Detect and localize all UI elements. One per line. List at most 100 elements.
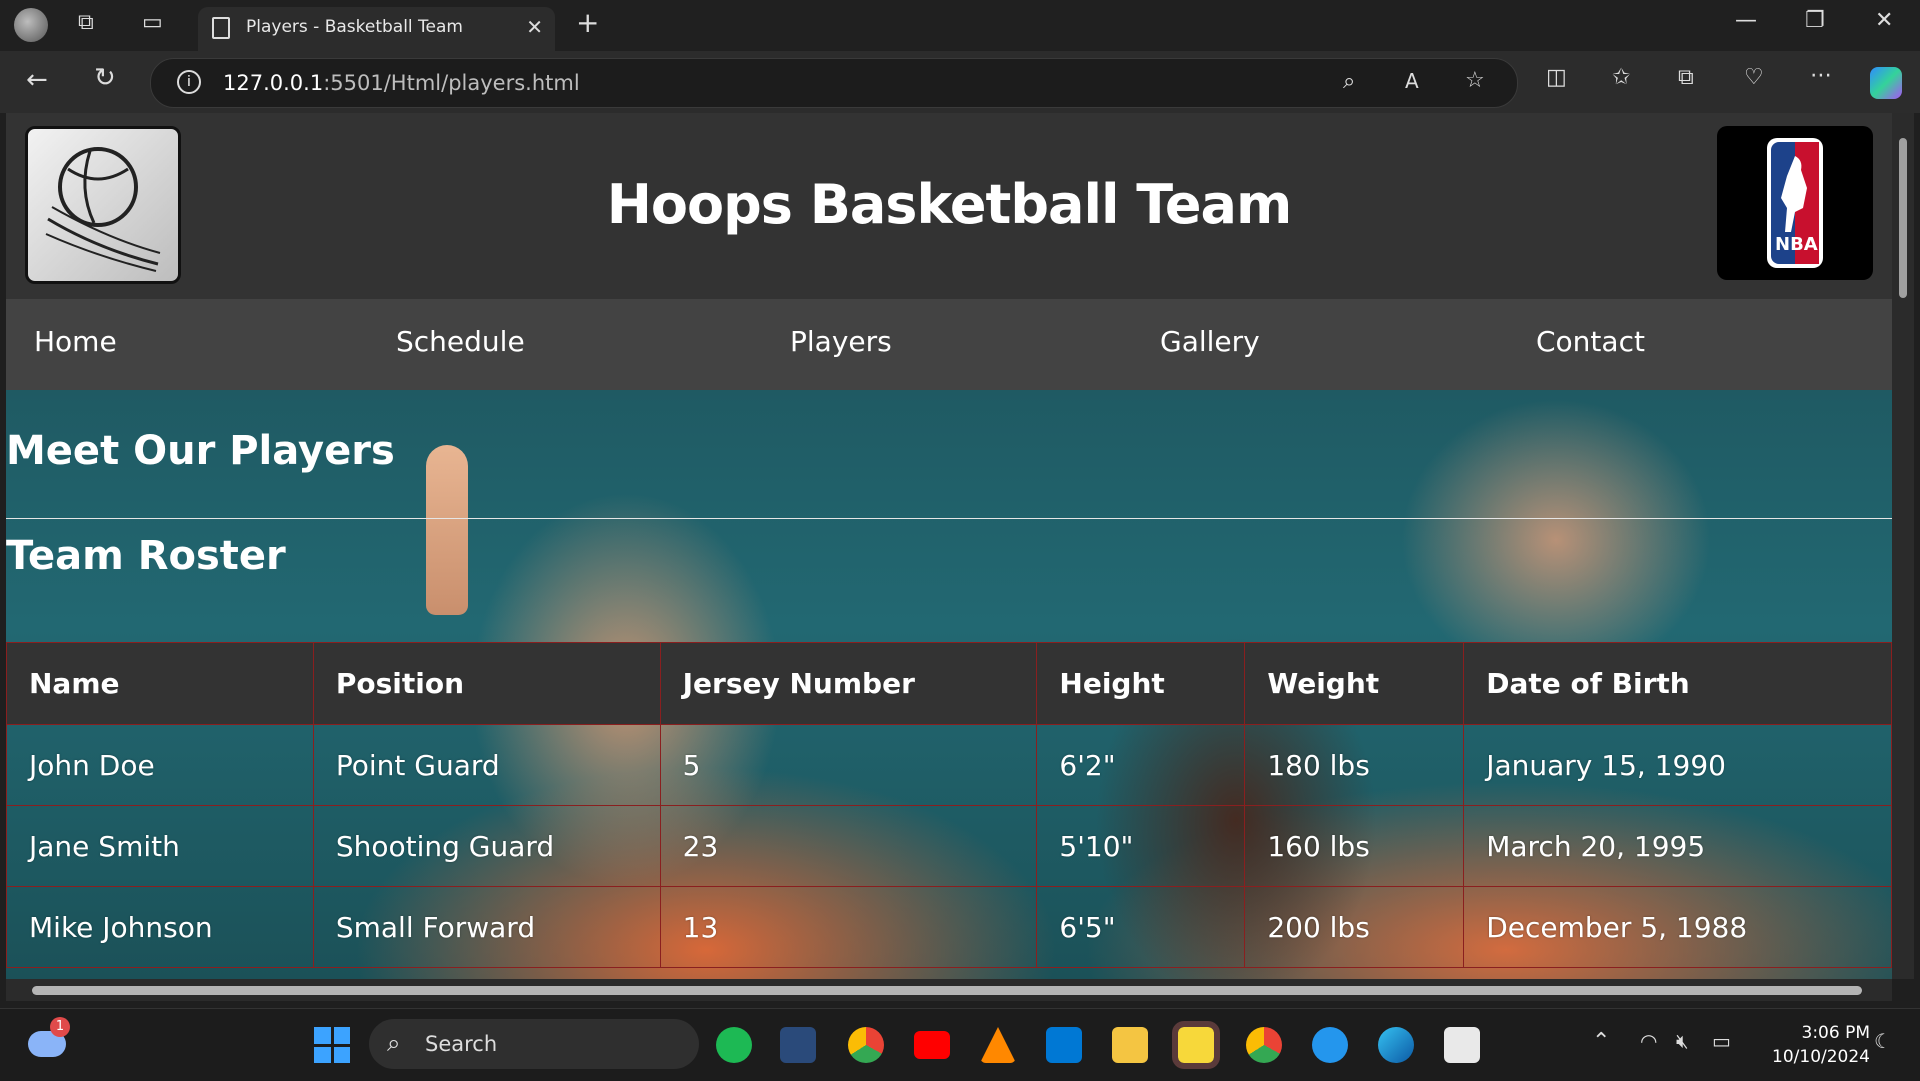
header-position: Position: [312, 642, 661, 725]
tab-title: Players - Basketball Team: [246, 17, 463, 37]
site-info-icon[interactable]: i: [177, 70, 201, 94]
table-row: Mike Johnson Small Forward 13 6'5" 200 l…: [6, 886, 1892, 968]
vlc-icon[interactable]: [980, 1027, 1016, 1063]
header-height: Height: [1036, 642, 1246, 725]
search-icon: ⌕: [387, 1029, 401, 1057]
collections-icon[interactable]: ⧉: [1678, 65, 1694, 90]
tab-players[interactable]: Players - Basketball Team ✕: [198, 7, 555, 51]
battery-icon[interactable]: ▭: [1712, 1029, 1731, 1053]
header-dob: Date of Birth: [1463, 642, 1892, 725]
search-label: Search: [425, 1032, 498, 1056]
cell-weight: 160 lbs: [1244, 805, 1465, 887]
nav-home[interactable]: Home: [34, 325, 117, 358]
youtube-icon[interactable]: [914, 1031, 950, 1059]
split-screen-icon[interactable]: ◫: [1546, 65, 1567, 90]
nav-players[interactable]: Players: [790, 325, 892, 358]
page-heading: Meet Our Players: [6, 428, 395, 474]
browser-toolbar: ← ↻ i 127.0.0.1:5501/Html/players.html ⌕…: [0, 51, 1920, 113]
clock-time: 3:06 PM: [1801, 1023, 1871, 1043]
cell-position: Small Forward: [312, 886, 661, 968]
clock-date: 10/10/2024: [1772, 1047, 1870, 1067]
table-row: John Doe Point Guard 5 6'2" 180 lbs Janu…: [6, 724, 1892, 806]
document-icon: [212, 17, 230, 39]
spotify-icon[interactable]: [716, 1027, 752, 1063]
hero-finger-shape: [426, 445, 468, 615]
workspaces-icon[interactable]: ⧉: [78, 10, 94, 35]
chrome-icon[interactable]: [848, 1027, 884, 1063]
nav-schedule[interactable]: Schedule: [396, 325, 525, 358]
tab-actions-icon[interactable]: ▭: [142, 10, 163, 35]
system-clock[interactable]: 3:06 PM 10/10/2024: [1740, 1021, 1870, 1069]
more-options-icon[interactable]: ⋯: [1810, 63, 1832, 88]
cell-dob: January 15, 1990: [1463, 724, 1892, 806]
close-window-icon[interactable]: ✕: [1875, 8, 1893, 33]
url-text[interactable]: 127.0.0.1:5501/Html/players.html: [223, 71, 580, 95]
table-row: Jane Smith Shooting Guard 23 5'10" 160 l…: [6, 805, 1892, 887]
header-weight: Weight: [1244, 642, 1465, 725]
site-title: Hoops Basketball Team: [606, 173, 1293, 236]
edge-icon[interactable]: [1378, 1027, 1414, 1063]
cell-height: 6'5": [1036, 886, 1246, 968]
header-jersey: Jersey Number: [659, 642, 1038, 725]
favorite-star-icon[interactable]: ☆: [1465, 68, 1485, 93]
new-tab-icon[interactable]: +: [576, 6, 599, 39]
nav-gallery[interactable]: Gallery: [1160, 325, 1260, 358]
back-icon[interactable]: ←: [26, 65, 48, 95]
horizontal-scrollbar[interactable]: [6, 979, 1892, 1001]
cell-position: Shooting Guard: [312, 805, 661, 887]
close-tab-icon[interactable]: ✕: [526, 15, 543, 39]
volume-muted-icon[interactable]: 🔇︎: [1676, 1029, 1689, 1053]
table-header-row: Name Position Jersey Number Height Weigh…: [6, 642, 1892, 725]
notifications-icon[interactable]: ☾: [1874, 1029, 1892, 1053]
taskbar-search[interactable]: ⌕ Search: [369, 1019, 699, 1069]
cell-position: Point Guard: [312, 724, 661, 806]
horizontal-scroll-thumb[interactable]: [32, 986, 1862, 995]
nav-contact[interactable]: Contact: [1536, 325, 1645, 358]
chrome-profile-icon[interactable]: [1246, 1027, 1282, 1063]
copilot-icon[interactable]: [1870, 67, 1902, 99]
zoom-icon[interactable]: ⌕: [1343, 69, 1355, 94]
cell-height: 5'10": [1036, 805, 1246, 887]
cell-name: Jane Smith: [6, 805, 314, 887]
cell-name: John Doe: [6, 724, 314, 806]
cell-jersey: 5: [659, 724, 1038, 806]
cell-dob: March 20, 1995: [1463, 805, 1892, 887]
snipping-tool-icon[interactable]: [1444, 1027, 1480, 1063]
cell-jersey: 23: [659, 805, 1038, 887]
taskbar: 1 ⌕ Search ⌃ ◠ 🔇︎ ▭ 3:06 PM 10/10/2024 ☾: [0, 1008, 1920, 1081]
browser-tab-bar: ⧉ ▭ Players - Basketball Team ✕ + — ❐ ✕: [0, 0, 1920, 51]
vertical-scroll-thumb[interactable]: [1899, 138, 1907, 298]
header-name: Name: [6, 642, 314, 725]
favorites-icon[interactable]: ✩: [1612, 65, 1630, 90]
chevron-up-icon[interactable]: ⌃: [1592, 1029, 1610, 1054]
vscode-icon[interactable]: [1046, 1027, 1082, 1063]
page-viewport: Hoops Basketball Team NBA Home Schedule …: [6, 113, 1892, 979]
sticky-notes-icon[interactable]: [1172, 1021, 1220, 1069]
docker-icon[interactable]: [1312, 1027, 1348, 1063]
refresh-icon[interactable]: ↻: [94, 63, 116, 93]
wifi-icon[interactable]: ◠: [1640, 1029, 1657, 1053]
file-explorer-icon[interactable]: [1112, 1027, 1148, 1063]
roster-table: Name Position Jersey Number Height Weigh…: [6, 642, 1892, 968]
browser-essentials-icon[interactable]: ♡: [1744, 65, 1764, 90]
profile-avatar[interactable]: [14, 8, 48, 42]
start-icon[interactable]: [314, 1027, 350, 1063]
read-aloud-icon[interactable]: A: [1405, 69, 1419, 93]
hero-background-image: Meet Our Players Team Roster Name Positi…: [6, 390, 1892, 979]
virtualbox-icon[interactable]: [780, 1027, 816, 1063]
main-nav: Home Schedule Players Gallery Contact: [6, 299, 1892, 390]
cell-jersey: 13: [659, 886, 1038, 968]
minimize-icon[interactable]: —: [1735, 8, 1757, 33]
nba-logo[interactable]: NBA: [1717, 126, 1873, 280]
cell-weight: 200 lbs: [1244, 886, 1465, 968]
cell-dob: December 5, 1988: [1463, 886, 1892, 968]
notification-badge: 1: [50, 1017, 70, 1037]
cell-height: 6'2": [1036, 724, 1246, 806]
restore-icon[interactable]: ❐: [1805, 8, 1825, 33]
vertical-scrollbar[interactable]: [1892, 113, 1914, 979]
nba-logo-text: NBA: [1775, 234, 1818, 255]
site-header: Hoops Basketball Team NBA: [6, 113, 1892, 299]
cell-weight: 180 lbs: [1244, 724, 1465, 806]
cell-name: Mike Johnson: [6, 886, 314, 968]
address-bar[interactable]: i 127.0.0.1:5501/Html/players.html ⌕ A ☆: [150, 58, 1518, 108]
